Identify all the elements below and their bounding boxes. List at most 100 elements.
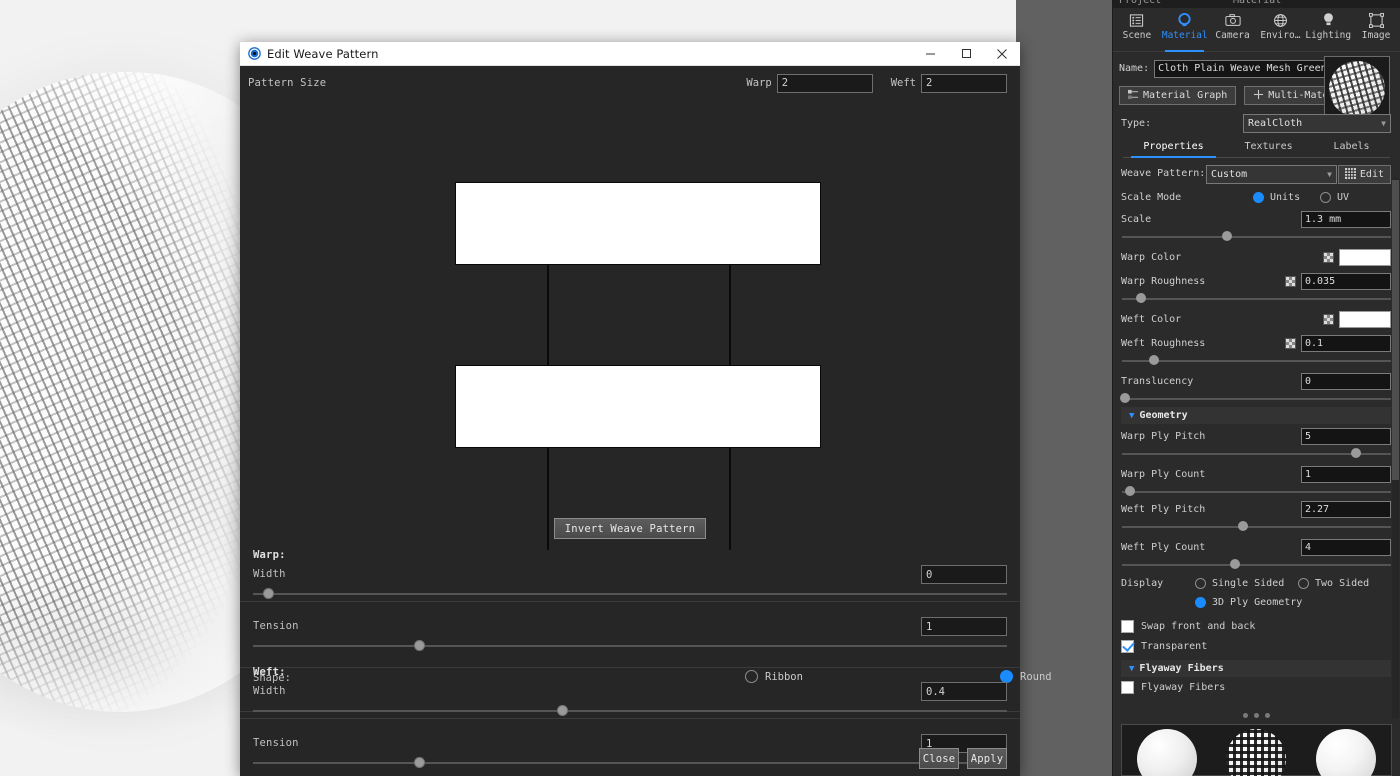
sidebar-tab-material[interactable]: Material: [1161, 8, 1209, 51]
close-icon: [996, 48, 1008, 60]
warp-ply-pitch-input[interactable]: 5: [1301, 428, 1391, 445]
slider-knob[interactable]: [1125, 486, 1135, 496]
material-preview-thumbnail[interactable]: [1324, 56, 1390, 122]
scrollbar-thumb[interactable]: [1392, 180, 1399, 480]
pattern-weft-label: Weft: [891, 77, 916, 89]
warp-tension-input[interactable]: 1: [921, 617, 1007, 636]
slider-knob[interactable]: [1351, 448, 1361, 458]
weft-thread-bar[interactable]: [455, 182, 821, 265]
handle-dot: [1243, 713, 1248, 718]
sidebar-titlebar[interactable]: Project Material: [1113, 0, 1400, 8]
weft-thread-bar[interactable]: [455, 365, 821, 448]
warp-color-swatch[interactable]: [1339, 249, 1391, 266]
flyaway-fibers-row[interactable]: Flyaway Fibers: [1113, 677, 1400, 697]
weft-width-slider[interactable]: [253, 704, 1007, 718]
dialog-titlebar[interactable]: Edit Weave Pattern: [240, 42, 1020, 66]
slider-knob[interactable]: [414, 640, 425, 651]
pattern-weft-input[interactable]: 2: [921, 74, 1007, 93]
weft-tension-slider[interactable]: [253, 756, 1007, 770]
display-two-sided[interactable]: Two Sided: [1298, 578, 1369, 589]
pattern-warp-label: Warp: [746, 77, 771, 89]
warp-roughness-texture-icon[interactable]: [1285, 276, 1296, 287]
flyaway-group-header[interactable]: ▼ Flyaway Fibers: [1121, 660, 1391, 677]
subtab-textures[interactable]: Textures: [1238, 141, 1298, 154]
material-graph-button[interactable]: Material Graph: [1119, 86, 1236, 105]
display-single-sided[interactable]: Single Sided: [1195, 578, 1284, 589]
slider-knob[interactable]: [557, 705, 568, 716]
subtab-properties[interactable]: Properties: [1137, 141, 1209, 154]
warp-tension-slider[interactable]: [253, 639, 1007, 653]
close-button[interactable]: [984, 42, 1020, 66]
slider-knob[interactable]: [1230, 559, 1240, 569]
warp-width-input[interactable]: 0: [921, 565, 1007, 584]
warp-roughness-input[interactable]: 0.035: [1301, 273, 1391, 290]
minimize-button[interactable]: [912, 42, 948, 66]
slider-knob[interactable]: [1222, 231, 1232, 241]
apply-button[interactable]: Apply: [967, 748, 1007, 769]
sidebar-tab-lighting[interactable]: Lighting: [1304, 8, 1352, 51]
warp-roughness-label: Warp Roughness: [1121, 276, 1205, 287]
material-type-select[interactable]: RealCloth ▼: [1243, 114, 1391, 133]
geometry-group-header[interactable]: ▼ Geometry: [1121, 407, 1391, 424]
swap-front-back-row[interactable]: Swap front and back: [1113, 616, 1400, 636]
weft-ply-pitch-slider[interactable]: [1122, 521, 1391, 532]
viewport-gap: [1016, 0, 1112, 776]
sidebar-tab-scene[interactable]: Scene: [1113, 8, 1161, 51]
close-dialog-button[interactable]: Close: [919, 748, 959, 769]
weft-width-input[interactable]: 0.4: [921, 682, 1007, 701]
slider-knob[interactable]: [263, 588, 274, 599]
transparent-row[interactable]: Transparent: [1113, 636, 1400, 656]
slider-knob[interactable]: [1136, 293, 1146, 303]
slider-knob[interactable]: [1149, 355, 1159, 365]
warp-roughness-slider[interactable]: [1122, 293, 1391, 304]
sidebar-tab-image[interactable]: Image: [1352, 8, 1400, 51]
scale-input[interactable]: 1.3 mm: [1301, 211, 1391, 228]
slider-knob[interactable]: [1238, 521, 1248, 531]
display-3d-ply-row: 3D Ply Geometry: [1113, 596, 1400, 616]
preview-ball: [1329, 61, 1385, 117]
weave-pattern-grid[interactable]: [248, 110, 1012, 514]
invert-weave-pattern-button[interactable]: Invert Weave Pattern: [554, 518, 706, 539]
checkbox-icon: [1121, 640, 1134, 653]
scale-mode-uv[interactable]: UV: [1320, 192, 1349, 203]
material-name-input[interactable]: Cloth Plain Weave Mesh Green #1: [1154, 60, 1339, 78]
warp-color-label: Warp Color: [1121, 252, 1181, 263]
material-preview-mesh[interactable]: [1226, 729, 1286, 776]
slider-knob[interactable]: [414, 757, 425, 768]
scale-slider[interactable]: [1122, 231, 1391, 242]
weft-roughness-texture-icon[interactable]: [1285, 338, 1296, 349]
maximize-button[interactable]: [948, 42, 984, 66]
pattern-warp-input[interactable]: 2: [777, 74, 873, 93]
slider-track: [1122, 360, 1391, 362]
warp-ply-pitch-slider[interactable]: [1122, 448, 1391, 459]
display-3d-ply-geometry[interactable]: 3D Ply Geometry: [1195, 597, 1302, 608]
weft-ply-pitch-input[interactable]: 2.27: [1301, 501, 1391, 518]
scale-mode-units[interactable]: Units: [1253, 192, 1300, 203]
weft-roughness-input[interactable]: 0.1: [1301, 335, 1391, 352]
material-preview-plain[interactable]: [1137, 729, 1197, 776]
slider-knob[interactable]: [1120, 393, 1130, 403]
translucency-slider[interactable]: [1122, 393, 1391, 404]
translucency-input[interactable]: 0: [1301, 373, 1391, 390]
warp-ply-count-input[interactable]: 1: [1301, 466, 1391, 483]
weft-color-swatch[interactable]: [1339, 311, 1391, 328]
weave-pattern-select[interactable]: Custom ▼: [1206, 165, 1337, 184]
weft-color-texture-icon[interactable]: [1323, 314, 1334, 325]
radio-label: UV: [1337, 192, 1349, 203]
warp-color-texture-icon[interactable]: [1323, 252, 1334, 263]
weft-roughness-slider[interactable]: [1122, 355, 1391, 366]
weft-ply-count-input[interactable]: 4: [1301, 539, 1391, 556]
sidebar-tab-environment[interactable]: Enviro…: [1256, 8, 1304, 51]
subtab-labels[interactable]: Labels: [1327, 141, 1375, 154]
window-controls: [912, 42, 1020, 66]
radio-label: Single Sided: [1212, 578, 1284, 589]
sidebar-tab-camera[interactable]: Camera: [1209, 8, 1257, 51]
warp-ply-count-slider[interactable]: [1122, 486, 1391, 497]
warp-width-slider[interactable]: [253, 587, 1007, 601]
weave-pattern-edit-button[interactable]: Edit: [1338, 165, 1391, 184]
weft-ply-count-slider[interactable]: [1122, 559, 1391, 570]
weft-section: Weft: Width 0.4 Tension 1: [240, 666, 1020, 776]
sidebar-scrollbar[interactable]: [1392, 178, 1399, 718]
panel-resize-handle[interactable]: [1113, 710, 1400, 718]
material-preview-glossy[interactable]: [1316, 729, 1376, 776]
